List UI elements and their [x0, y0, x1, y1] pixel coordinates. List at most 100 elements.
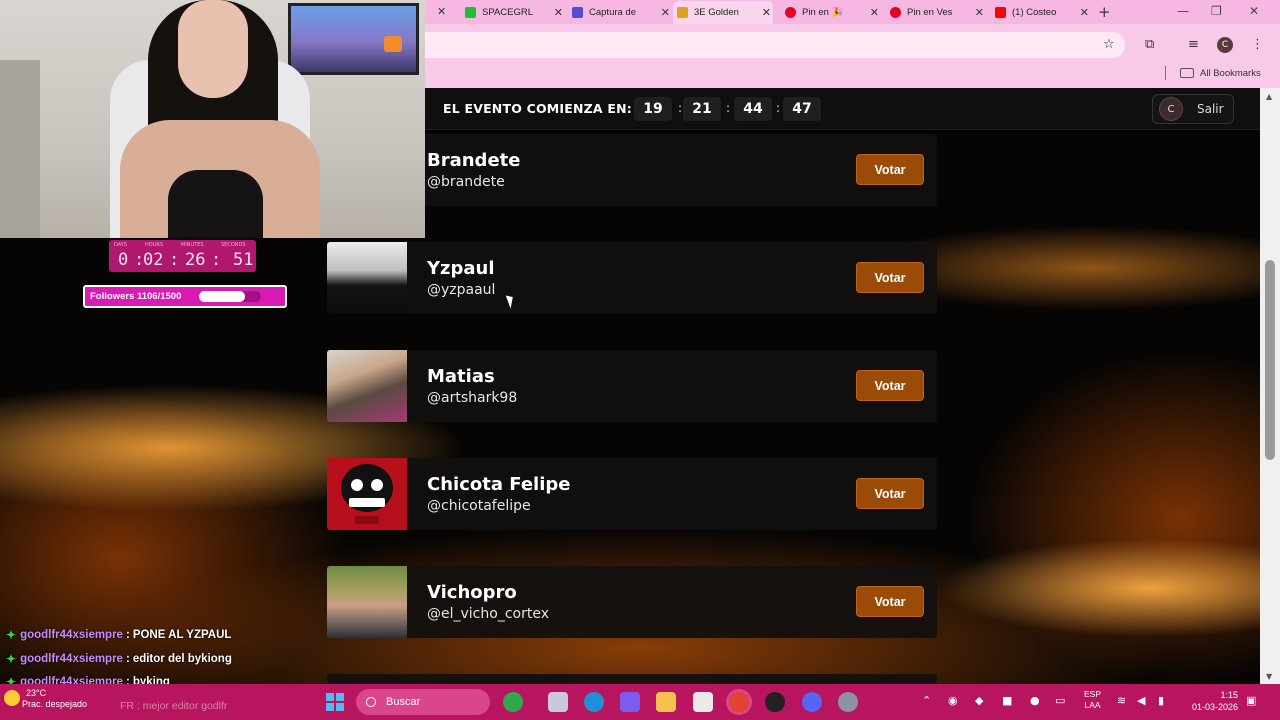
- weather-desc: Prac. despejado: [22, 699, 88, 709]
- copilot-icon[interactable]: [620, 692, 640, 712]
- vote-button[interactable]: Votar: [856, 154, 924, 185]
- discord-icon[interactable]: [802, 692, 822, 712]
- countdown-minutes: 44: [734, 97, 772, 121]
- search-icon: [366, 697, 376, 707]
- webcam-overlay: [0, 0, 425, 238]
- candidate-photo: [327, 566, 407, 638]
- microphone-icon[interactable]: ●: [1030, 694, 1040, 707]
- candidate-handle: @artshark98: [427, 390, 518, 406]
- close-icon[interactable]: ✕: [1080, 6, 1089, 19]
- window-close-icon[interactable]: ✕: [1249, 4, 1259, 18]
- taskbar-search[interactable]: Buscar: [356, 689, 490, 715]
- restore-icon[interactable]: ❐: [1211, 4, 1222, 18]
- address-bar[interactable]: [425, 32, 1125, 58]
- tab-label: 3E Golden: [694, 7, 739, 18]
- notification-icon[interactable]: ▣: [1246, 694, 1256, 707]
- obs-icon[interactable]: [765, 692, 785, 712]
- close-icon[interactable]: ✕: [762, 6, 771, 19]
- candidate-card: Yzpaul @yzpaaul Votar: [327, 242, 937, 314]
- tray-discord-icon[interactable]: ◆: [975, 694, 983, 707]
- close-icon[interactable]: ✕: [554, 6, 563, 19]
- edge-icon[interactable]: [584, 692, 604, 712]
- tab-pin-2[interactable]: Pin en Ves ✕: [890, 1, 986, 24]
- chrome-icon[interactable]: [729, 692, 749, 712]
- event-countdown-label: EL EVENTO COMIENZA EN:: [443, 101, 632, 116]
- chat-username: goodlfr44xsiempre: [20, 629, 123, 641]
- tab-captura[interactable]: Captura de ✕: [572, 1, 672, 24]
- candidate-card: Vichopro @el_vicho_cortex Votar: [327, 566, 937, 638]
- vote-button[interactable]: Votar: [856, 262, 924, 293]
- tray-display-icon[interactable]: ▭: [1055, 694, 1065, 707]
- scroll-up-icon[interactable]: ▲: [1266, 92, 1272, 101]
- candidate-photo: [327, 350, 407, 422]
- wifi-icon[interactable]: ≋: [1117, 694, 1126, 707]
- volume-icon[interactable]: ◀: [1137, 694, 1145, 707]
- browser-chrome: ✕ SPACEGRL ✕ Captura de ✕ 3E Golden ✕ Pi…: [425, 0, 1280, 88]
- vote-button[interactable]: Votar: [856, 478, 924, 509]
- file-explorer-icon[interactable]: [656, 692, 676, 712]
- system-clock[interactable]: 1:15 01-03-2026: [1184, 689, 1238, 713]
- settings-icon[interactable]: [838, 692, 858, 712]
- chat-username: goodlfr44xsiempre: [20, 653, 123, 665]
- scrollbar-thumb[interactable]: [1265, 260, 1275, 460]
- close-icon[interactable]: ✕: [975, 6, 984, 19]
- tab-pin-1[interactable]: Pin en 🎉 ✕: [785, 1, 881, 24]
- countdown-separator: :: [726, 101, 731, 115]
- new-tab-icon[interactable]: +: [1098, 3, 1111, 21]
- candidate-card: Matias @artshark98 Votar: [327, 350, 937, 422]
- green-k-icon: [465, 7, 476, 18]
- streamer-face: [178, 0, 248, 98]
- candidate-card-partial: [327, 674, 937, 684]
- store-icon[interactable]: [693, 692, 713, 712]
- scrollbar[interactable]: ▲ ▼: [1260, 88, 1280, 684]
- event-header: EL EVENTO COMIENZA EN: 19 : 21 : 44 : 47…: [425, 88, 1260, 130]
- battery-icon[interactable]: ▮: [1158, 694, 1164, 707]
- chevron-up-icon[interactable]: ⌃: [922, 694, 931, 707]
- tab-3e-golden[interactable]: 3E Golden ✕: [673, 1, 773, 24]
- media-icon[interactable]: ≡: [1188, 37, 1199, 52]
- tray-app-icon[interactable]: ◉: [948, 694, 958, 707]
- menu-icon[interactable]: ⋮: [1251, 37, 1264, 52]
- weather-widget[interactable]: 23°C Prac. despejado: [4, 688, 87, 710]
- candidate-photo: [327, 242, 407, 314]
- tab-strip: ✕ SPACEGRL ✕ Captura de ✕ 3E Golden ✕ Pi…: [425, 0, 1280, 24]
- close-icon[interactable]: ✕: [870, 6, 879, 19]
- lang-code: ESP: [1084, 689, 1102, 699]
- followers-progress-fill: [199, 291, 245, 302]
- profile-avatar[interactable]: C: [1217, 37, 1233, 53]
- timer-minutes-label: MINUTES: [181, 242, 204, 248]
- tray-nvidia-icon[interactable]: ■: [1002, 694, 1012, 707]
- scroll-down-icon[interactable]: ▼: [1266, 672, 1272, 681]
- chat-message: ✦ goodlfr44xsiempre : editor del bykiong: [6, 652, 232, 666]
- extensions-icon[interactable]: ⧉: [1145, 37, 1154, 52]
- star-icon[interactable]: ☆: [1103, 37, 1115, 52]
- minimize-icon[interactable]: —: [1177, 4, 1189, 18]
- vote-button[interactable]: Votar: [856, 586, 924, 617]
- candidate-card: Chicota Felipe @chicotafelipe Votar: [327, 458, 937, 530]
- folder-icon: [1180, 68, 1194, 78]
- followers-label: Followers 1106/1500: [90, 291, 182, 302]
- tab-youtube[interactable]: (1) Costeo ✕: [995, 1, 1091, 24]
- language-indicator[interactable]: ESP LAA: [1084, 689, 1101, 711]
- timer-days-label: DAYS: [114, 242, 128, 248]
- tab-label: SPACEGRL: [482, 7, 534, 18]
- logout-label: Salir: [1197, 102, 1224, 116]
- pinterest-icon: [785, 7, 796, 18]
- taskbar: 23°C Prac. despejado FR : mejor editor g…: [0, 684, 1280, 720]
- countdown-separator: :: [678, 101, 683, 115]
- logout-button[interactable]: C Salir: [1152, 94, 1234, 124]
- tab-spacegrl[interactable]: SPACEGRL ✕: [465, 1, 565, 24]
- tab-label: (1) Costeo: [1012, 7, 1057, 18]
- weather-temp: 23°C: [26, 688, 47, 698]
- plant-app-icon[interactable]: [503, 692, 523, 712]
- windows-start-icon[interactable]: [326, 693, 344, 711]
- bookmarks-bar[interactable]: All Bookmarks: [1165, 64, 1261, 82]
- candidate-handle: @el_vicho_cortex: [427, 606, 549, 622]
- task-view-icon[interactable]: [548, 692, 568, 712]
- chat-text: PONE AL YZPAUL: [132, 629, 232, 641]
- streamer-top: [168, 170, 263, 238]
- sun-icon: [4, 690, 20, 706]
- close-icon[interactable]: ✕: [661, 6, 670, 19]
- vote-button[interactable]: Votar: [856, 370, 924, 401]
- close-icon[interactable]: ✕: [437, 5, 446, 18]
